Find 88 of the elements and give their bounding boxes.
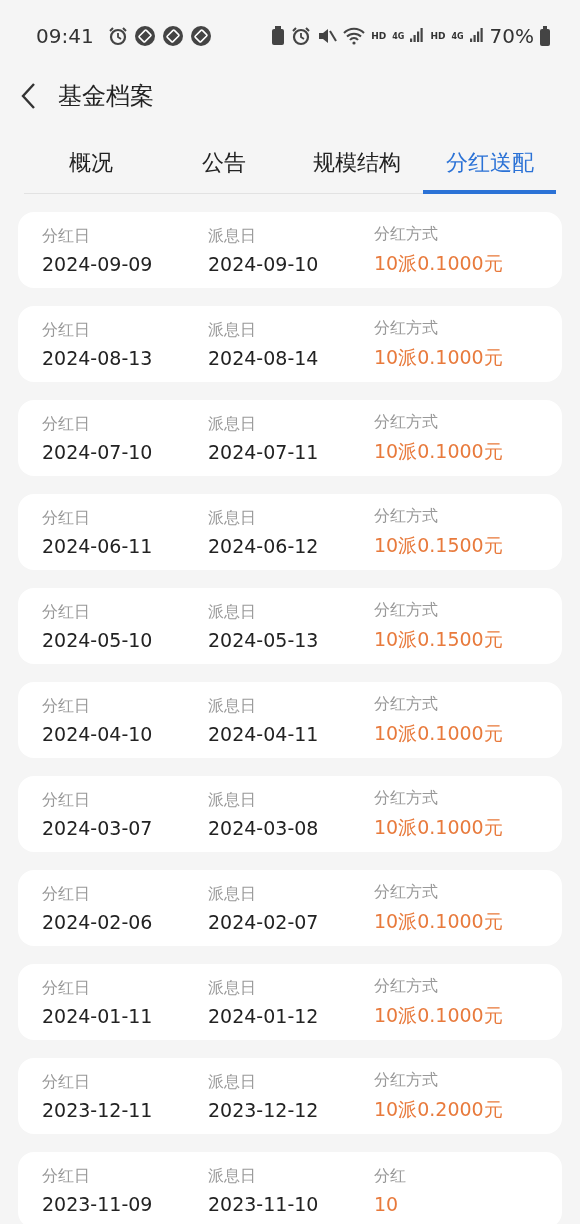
date-value: 2024-02-06 — [42, 910, 154, 933]
network-label: 4G — [392, 31, 405, 41]
tab[interactable]: 概况 — [24, 142, 157, 194]
field-label: 分红方式 — [374, 787, 439, 809]
date-value: 2024-04-10 — [42, 722, 154, 745]
field-label: 分红方式 — [374, 1069, 439, 1091]
field-label: 派息日 — [208, 1165, 257, 1187]
signal-icon — [469, 28, 484, 44]
tab[interactable]: 规模结构 — [290, 142, 423, 194]
date-value: 2024-06-11 — [42, 534, 154, 557]
date-value: 2023-11-10 — [208, 1192, 320, 1215]
dividend-amount: 10派0.1000元 — [374, 438, 504, 464]
field-label: 派息日 — [208, 977, 257, 999]
app-notification-icon — [133, 25, 156, 47]
field-label: 派息日 — [208, 601, 257, 623]
app-notification-icon — [189, 25, 212, 47]
field-label: 派息日 — [208, 789, 257, 811]
battery-saver-icon — [271, 26, 286, 46]
field-label: 派息日 — [208, 507, 257, 529]
battery-icon — [540, 26, 550, 46]
field-label: 派息日 — [208, 319, 257, 341]
dividend-amount: 10派0.1000元 — [374, 720, 504, 746]
field-label: 分红方式 — [374, 505, 439, 527]
app-notification-icon — [161, 25, 184, 47]
field-label: 分红日 — [42, 225, 91, 247]
field-label: 分红日 — [42, 1071, 91, 1093]
date-value: 2024-09-10 — [208, 252, 320, 275]
tab[interactable]: 分红送配 — [423, 142, 556, 194]
field-label: 派息日 — [208, 883, 257, 905]
dividend-amount: 10派0.1000元 — [374, 250, 504, 276]
field-label: 分红方式 — [374, 975, 439, 997]
dividend-amount: 10派0.1500元 — [374, 532, 504, 558]
field-label: 分红日 — [42, 319, 91, 341]
field-label: 分红方式 — [374, 223, 439, 245]
date-value: 2024-05-10 — [42, 628, 154, 651]
date-value: 2023-12-12 — [208, 1098, 320, 1121]
mute-icon — [317, 26, 338, 46]
wifi-icon — [343, 27, 366, 45]
date-value: 2024-06-12 — [208, 534, 320, 557]
date-value: 2024-07-10 — [42, 440, 154, 463]
network-label: HD — [371, 31, 387, 41]
field-label: 分红日 — [42, 1165, 91, 1187]
date-value: 2024-02-07 — [208, 910, 320, 933]
page-title: 基金档案 — [58, 81, 154, 112]
field-label: 派息日 — [208, 225, 257, 247]
field-label: 分红日 — [42, 507, 91, 529]
signal-icon — [410, 28, 425, 44]
field-label: 分红日 — [42, 883, 91, 905]
date-value: 2024-05-13 — [208, 628, 320, 651]
dividend-amount: 10派0.1000元 — [374, 1002, 504, 1028]
field-label: 分红日 — [42, 601, 91, 623]
field-label: 分红方式 — [374, 693, 439, 715]
field-label: 分红日 — [42, 977, 91, 999]
field-label: 派息日 — [208, 413, 257, 435]
dividend-amount: 10派0.1000元 — [374, 814, 504, 840]
date-value: 2023-12-11 — [42, 1098, 154, 1121]
tab[interactable]: 公告 — [157, 142, 290, 194]
date-value: 2024-03-08 — [208, 816, 320, 839]
network-label: 4G — [451, 31, 464, 41]
field-label: 分红 — [374, 1165, 407, 1187]
field-label: 分红方式 — [374, 411, 439, 433]
date-value: 2024-01-12 — [208, 1004, 320, 1027]
date-value: 2024-08-13 — [42, 346, 154, 369]
alarm-icon — [107, 26, 128, 46]
battery-percentage: 70% — [489, 24, 534, 48]
dividend-amount: 10派0.1000元 — [374, 908, 504, 934]
dividend-amount: 10派0.1500元 — [374, 626, 504, 652]
dividend-amount: 10派0.2000元 — [374, 1096, 504, 1122]
field-label: 派息日 — [208, 1071, 257, 1093]
date-value: 2024-08-14 — [208, 346, 320, 369]
date-value: 2023-11-09 — [42, 1192, 154, 1215]
field-label: 分红方式 — [374, 599, 439, 621]
field-label: 分红方式 — [374, 317, 439, 339]
date-value: 2024-01-11 — [42, 1004, 154, 1027]
date-value: 2024-03-07 — [42, 816, 154, 839]
field-label: 分红方式 — [374, 881, 439, 903]
network-label: HD — [430, 31, 446, 41]
field-label: 分红日 — [42, 789, 91, 811]
date-value: 2024-04-11 — [208, 722, 320, 745]
status-time: 09:41 — [36, 24, 94, 48]
date-value: 2024-09-09 — [42, 252, 154, 275]
field-label: 分红日 — [42, 413, 91, 435]
dividend-amount: 10 — [374, 1192, 400, 1215]
dividend-amount: 10派0.1000元 — [374, 344, 504, 370]
date-value: 2024-07-11 — [208, 440, 320, 463]
field-label: 派息日 — [208, 695, 257, 717]
field-label: 分红日 — [42, 695, 91, 717]
alarm-icon — [291, 26, 312, 46]
